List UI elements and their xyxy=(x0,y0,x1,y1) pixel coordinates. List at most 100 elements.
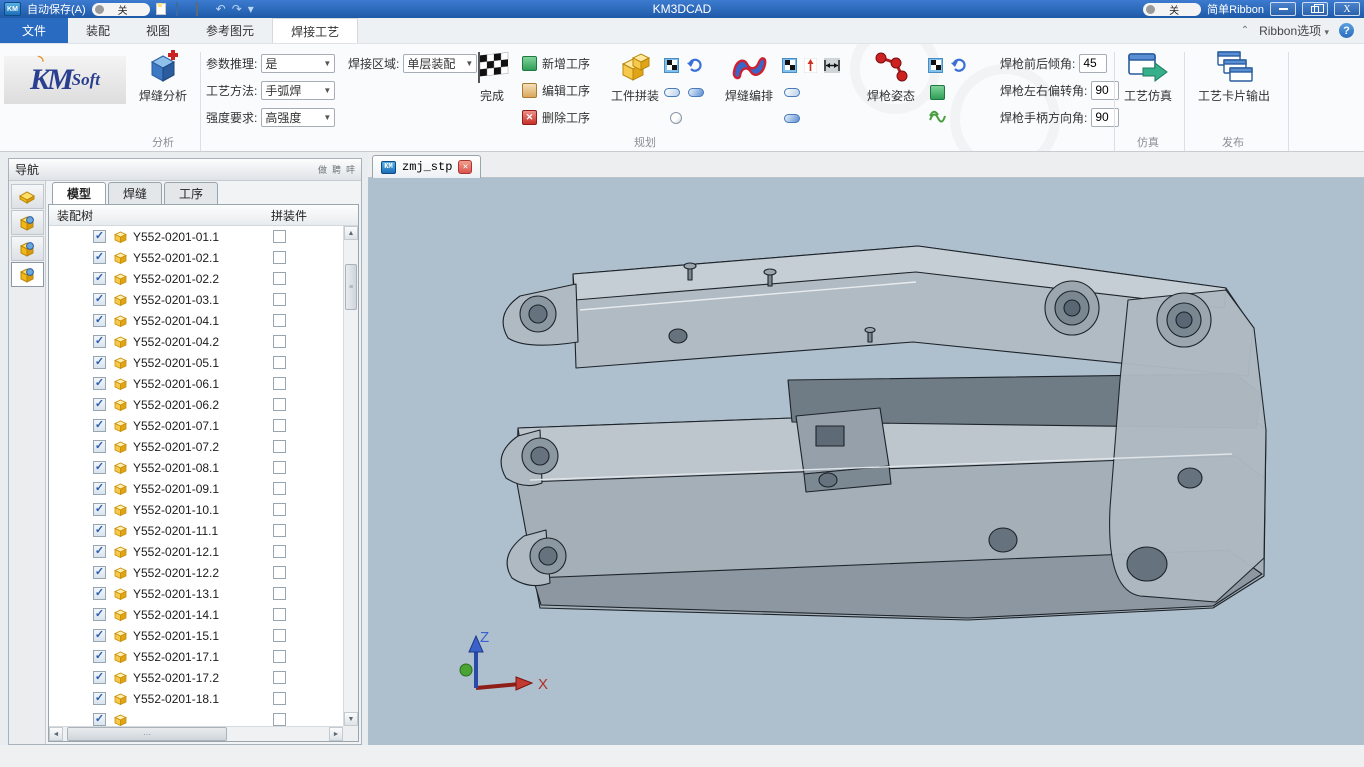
scroll-down-icon[interactable]: ▼ xyxy=(344,712,358,726)
autosave-toggle[interactable]: 关 xyxy=(92,3,150,16)
span-arrow-icon[interactable] xyxy=(824,58,840,73)
visibility-checkbox[interactable] xyxy=(93,419,106,432)
reset-undo-icon[interactable] xyxy=(687,58,702,73)
visibility-checkbox[interactable] xyxy=(93,272,106,285)
document-tab[interactable]: KM zmj_stp ✕ xyxy=(372,155,481,178)
tab-process[interactable]: 工序 xyxy=(164,182,218,204)
delete-operation-button[interactable]: ✕ 删除工序 xyxy=(522,108,590,126)
open-folder-icon[interactable] xyxy=(176,3,190,16)
restore-button[interactable] xyxy=(1302,2,1328,16)
edit-operation-button[interactable]: 编辑工序 xyxy=(522,81,590,99)
tab-close-icon[interactable]: ✕ xyxy=(458,160,472,174)
visibility-checkbox[interactable] xyxy=(93,440,106,453)
undo-icon[interactable]: ↶ xyxy=(216,3,226,16)
visibility-checkbox[interactable] xyxy=(93,671,106,684)
horizontal-scroll-thumb[interactable]: ⋯ xyxy=(67,727,227,741)
pinzhuang-checkbox[interactable] xyxy=(273,377,286,390)
process-simulate-button[interactable]: 工艺仿真 xyxy=(1118,50,1178,104)
save-icon[interactable] xyxy=(196,3,210,16)
visibility-checkbox[interactable] xyxy=(93,230,106,243)
panel-pin-icon[interactable]: 聘 xyxy=(332,163,341,176)
seam-arrange-button[interactable]: 焊缝编排 xyxy=(714,50,784,104)
tree-row[interactable]: Y552-0201-15.1 xyxy=(49,625,343,646)
small-checkered-flag-icon[interactable] xyxy=(928,58,943,73)
tab-assembly[interactable]: 装配 xyxy=(68,18,128,43)
close-button[interactable]: X xyxy=(1334,2,1360,16)
seam-analysis-button[interactable]: 焊缝分析 xyxy=(128,50,198,104)
tab-file[interactable]: 文件 xyxy=(0,18,68,43)
pinzhuang-checkbox[interactable] xyxy=(273,629,286,642)
visibility-checkbox[interactable] xyxy=(93,482,106,495)
part-name[interactable]: Y552-0201-01.1 xyxy=(133,230,219,244)
torch-angle3-input[interactable] xyxy=(1091,108,1119,127)
weld-segment-icon[interactable] xyxy=(664,88,680,97)
tree-row[interactable]: Y552-0201-07.2 xyxy=(49,436,343,457)
visibility-checkbox[interactable] xyxy=(93,377,106,390)
part-name[interactable]: Y552-0201-04.1 xyxy=(133,314,219,328)
new-file-icon[interactable] xyxy=(156,3,170,16)
part-name[interactable]: Y552-0201-06.1 xyxy=(133,377,219,391)
part-name[interactable]: Y552-0201-17.2 xyxy=(133,671,219,685)
pinzhuang-checkbox[interactable] xyxy=(273,713,286,726)
visibility-checkbox[interactable] xyxy=(93,251,106,264)
tree-row[interactable]: Y552-0201-01.1 xyxy=(49,226,343,247)
ribbon-collapse-icon[interactable]: ⌃ xyxy=(1241,25,1249,36)
torch-angle1-input[interactable] xyxy=(1079,54,1107,73)
tree-row[interactable]: Y552-0201-02.1 xyxy=(49,247,343,268)
visibility-checkbox[interactable] xyxy=(93,545,106,558)
pinzhuang-checkbox[interactable] xyxy=(273,503,286,516)
pinzhuang-checkbox[interactable] xyxy=(273,482,286,495)
pinzhuang-checkbox[interactable] xyxy=(273,524,286,537)
visibility-checkbox[interactable] xyxy=(93,335,106,348)
pinzhuang-checkbox[interactable] xyxy=(273,335,286,348)
help-button[interactable]: ? xyxy=(1339,23,1354,38)
minimize-button[interactable] xyxy=(1270,2,1296,16)
tree-row[interactable]: Y552-0201-10.1 xyxy=(49,499,343,520)
tree-row[interactable]: Y552-0201-03.1 xyxy=(49,289,343,310)
strength-select[interactable]: 高强度 ▼ xyxy=(261,108,335,127)
strip-part-icon-button[interactable] xyxy=(11,184,44,209)
ribbon-options-dropdown[interactable]: Ribbon选项 ▾ xyxy=(1259,22,1329,39)
add-operation-button[interactable]: 新增工序 xyxy=(522,54,590,72)
part-name[interactable]: Y552-0201-17.1 xyxy=(133,650,219,664)
tab-view[interactable]: 视图 xyxy=(128,18,188,43)
visibility-checkbox[interactable] xyxy=(93,629,106,642)
pinzhuang-checkbox[interactable] xyxy=(273,545,286,558)
tab-seam[interactable]: 焊缝 xyxy=(108,182,162,204)
visibility-checkbox[interactable] xyxy=(93,398,106,411)
part-name[interactable]: Y552-0201-07.2 xyxy=(133,440,219,454)
pinzhuang-checkbox[interactable] xyxy=(273,671,286,684)
small-checkered-flag-icon[interactable] xyxy=(664,58,679,73)
part-name[interactable]: Y552-0201-06.2 xyxy=(133,398,219,412)
visibility-checkbox[interactable] xyxy=(93,293,106,306)
pinzhuang-checkbox[interactable] xyxy=(273,356,286,369)
pinzhuang-checkbox[interactable] xyxy=(273,398,286,411)
part-name[interactable]: Y552-0201-10.1 xyxy=(133,503,219,517)
visibility-checkbox[interactable] xyxy=(93,650,106,663)
part-name[interactable]: Y552-0201-13.1 xyxy=(133,587,219,601)
tree-row[interactable]: Y552-0201-12.2 xyxy=(49,562,343,583)
pinzhuang-checkbox[interactable] xyxy=(273,251,286,264)
tree-row[interactable] xyxy=(49,709,343,726)
visibility-checkbox[interactable] xyxy=(93,356,106,369)
move-up-icon[interactable] xyxy=(809,88,819,98)
finish-button[interactable]: 完成 xyxy=(464,50,520,104)
tree-row[interactable]: Y552-0201-04.1 xyxy=(49,310,343,331)
weld-point-icon[interactable] xyxy=(670,112,682,124)
tab-welding-process[interactable]: 焊接工艺 xyxy=(272,18,358,43)
part-name[interactable]: Y552-0201-09.1 xyxy=(133,482,219,496)
process-method-select[interactable]: 手弧焊 ▼ xyxy=(261,81,335,100)
process-card-output-button[interactable]: 工艺卡片输出 xyxy=(1188,50,1280,104)
pinzhuang-checkbox[interactable] xyxy=(273,587,286,600)
spring-coil-icon[interactable] xyxy=(928,108,946,124)
vertical-scroll-thumb[interactable]: ≡ xyxy=(345,264,357,310)
part-name[interactable]: Y552-0201-02.1 xyxy=(133,251,219,265)
part-name[interactable]: Y552-0201-12.1 xyxy=(133,545,219,559)
torch-pose-button[interactable]: 焊枪姿态 xyxy=(856,50,926,104)
pinzhuang-checkbox[interactable] xyxy=(273,440,286,453)
tree-row[interactable]: Y552-0201-04.2 xyxy=(49,331,343,352)
torch-angle2-input[interactable] xyxy=(1091,81,1119,100)
workpiece-assemble-button[interactable]: 工件拼装 xyxy=(600,50,670,104)
tab-model[interactable]: 模型 xyxy=(52,182,106,204)
visibility-checkbox[interactable] xyxy=(93,461,106,474)
